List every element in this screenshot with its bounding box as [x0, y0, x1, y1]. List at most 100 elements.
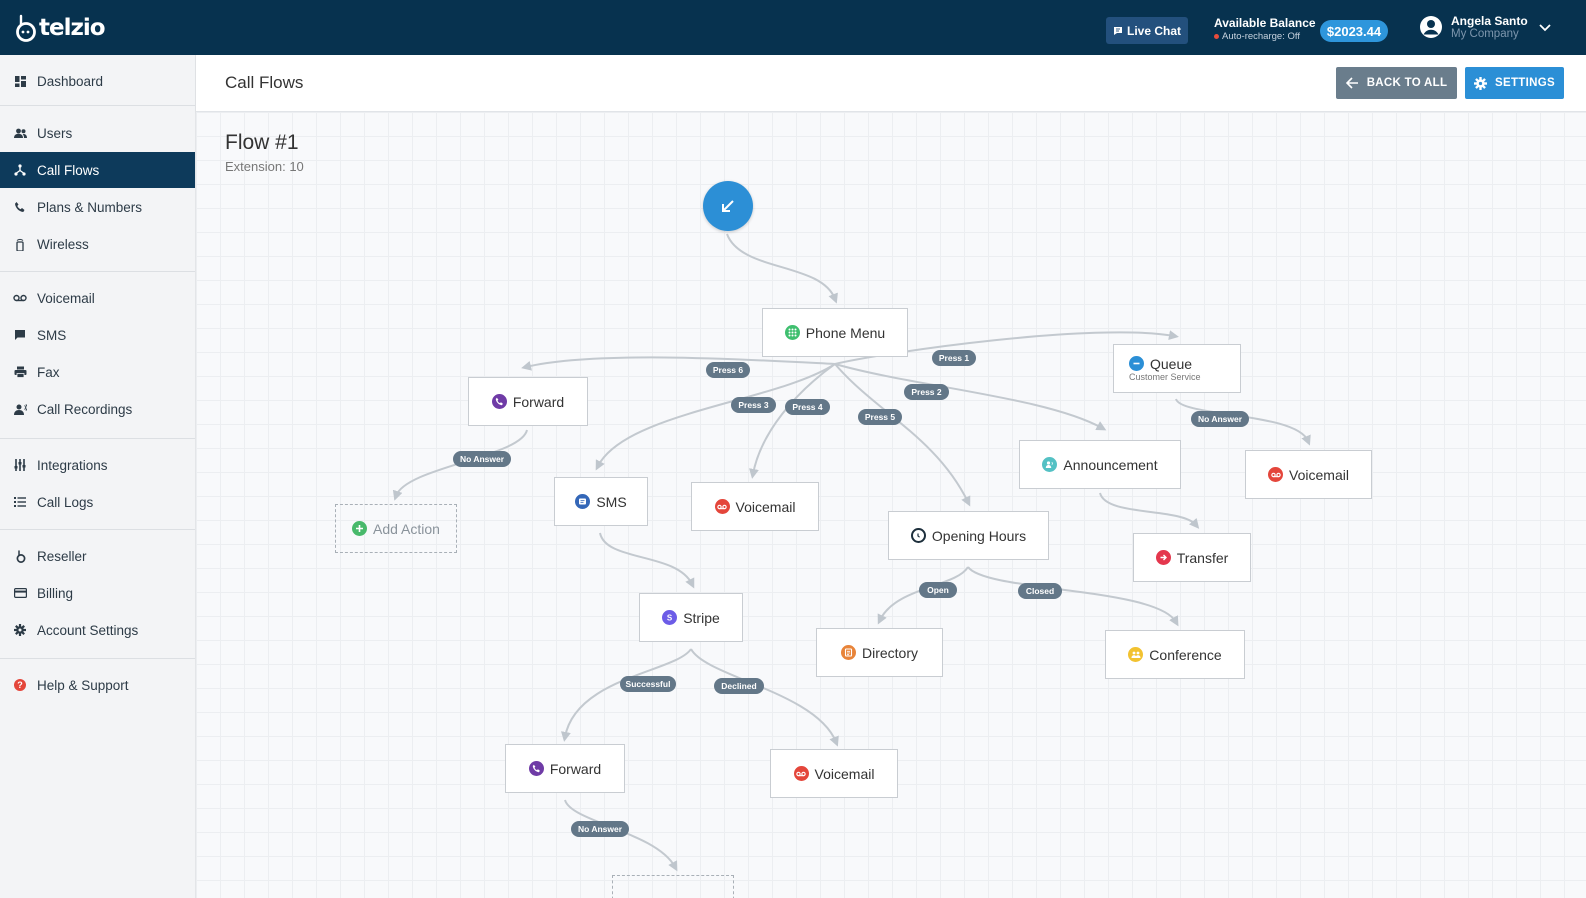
- sidebar-item-billing[interactable]: Billing: [0, 575, 195, 611]
- voicemail-node[interactable]: Voicemail: [770, 749, 898, 798]
- logo-mark-icon: [16, 14, 36, 42]
- balance-label: Available Balance: [1214, 16, 1316, 30]
- node-label: Directory: [861, 644, 918, 661]
- sidebar-item-wireless[interactable]: Wireless: [0, 226, 195, 262]
- sidebar-item-plans-numbers[interactable]: Plans & Numbers: [0, 189, 195, 225]
- forward-phone-icon: [528, 761, 544, 776]
- sidebar-item-label: Call Recordings: [37, 401, 133, 417]
- directory-icon: [840, 645, 856, 660]
- wireless-icon: [13, 237, 27, 251]
- clock-icon: [910, 528, 926, 543]
- sidebar-item-voicemail[interactable]: Voicemail: [0, 280, 195, 316]
- live-chat-label: Live Chat: [1126, 23, 1181, 38]
- conference-node[interactable]: Conference: [1105, 630, 1245, 679]
- add-action-node-partial[interactable]: [612, 875, 734, 898]
- add-action-node[interactable]: Add Action: [335, 504, 457, 553]
- voicemail-icon: [1268, 467, 1284, 482]
- integrations-icon: [13, 458, 27, 472]
- stripe-node[interactable]: S Stripe: [639, 593, 743, 642]
- back-to-all-button[interactable]: BACK TO ALL: [1336, 67, 1457, 99]
- users-icon: [13, 126, 27, 140]
- arrow-left-icon: [1345, 77, 1358, 89]
- edge-label-no-answer: No Answer: [1191, 411, 1249, 427]
- stripe-icon: S: [662, 610, 678, 625]
- billing-icon: [13, 586, 27, 600]
- sms-node[interactable]: SMS: [554, 477, 648, 526]
- node-label: SMS: [596, 493, 627, 510]
- page-title: Call Flows: [225, 73, 304, 92]
- voicemail-node[interactable]: Voicemail: [691, 482, 819, 531]
- edge-label-press-1: Press 1: [932, 350, 976, 366]
- queue-node[interactable]: Queue Customer Service: [1113, 344, 1241, 393]
- directory-node[interactable]: Directory: [816, 628, 943, 677]
- sidebar-item-help-support[interactable]: ? Help & Support: [0, 667, 195, 703]
- sidebar-item-label: Users: [37, 125, 73, 141]
- node-label: Transfer: [1176, 549, 1229, 566]
- forward-node[interactable]: Forward: [505, 744, 625, 793]
- auto-recharge-status: Auto-recharge: Off: [1214, 31, 1316, 42]
- node-label: Announcement: [1063, 456, 1158, 473]
- transfer-arrow-icon: [1155, 550, 1171, 565]
- divider: [0, 271, 195, 272]
- conference-icon: [1128, 647, 1144, 662]
- sidebar-item-call-recordings[interactable]: Call Recordings: [0, 391, 195, 427]
- announcement-node[interactable]: Announcement: [1019, 440, 1181, 489]
- chevron-down-icon[interactable]: [1538, 20, 1552, 34]
- edge-label-press-2: Press 2: [904, 384, 949, 400]
- node-label: Forward: [512, 393, 565, 410]
- node-label: Queue: [1150, 355, 1193, 372]
- telzio-logo[interactable]: telzio: [14, 13, 106, 43]
- node-label: Stripe: [683, 609, 720, 626]
- sidebar-item-integrations[interactable]: Integrations: [0, 447, 195, 483]
- transfer-node[interactable]: Transfer: [1133, 533, 1251, 582]
- voicemail-icon: [793, 766, 809, 781]
- sidebar-item-account-settings[interactable]: Account Settings: [0, 612, 195, 648]
- page-header: Call Flows BACK TO ALL SETTINGS: [196, 55, 1586, 112]
- list-icon: [13, 495, 27, 509]
- user-menu[interactable]: Angela Santo My Company: [1419, 14, 1528, 40]
- phone-menu-node[interactable]: Phone Menu: [762, 308, 908, 357]
- sidebar-item-label: Reseller: [37, 548, 87, 564]
- back-to-all-label: BACK TO ALL: [1366, 77, 1448, 89]
- announcement-icon: [1042, 457, 1058, 472]
- sidebar-item-label: SMS: [37, 327, 67, 343]
- sidebar-item-label: Account Settings: [37, 622, 139, 638]
- sidebar-item-reseller[interactable]: Reseller: [0, 538, 195, 574]
- edge-label-press-5: Press 5: [858, 409, 902, 425]
- voicemail-icon: [13, 291, 27, 305]
- divider: [0, 529, 195, 530]
- sidebar-item-label: Integrations: [37, 457, 108, 473]
- node-label: Voicemail: [1289, 466, 1349, 483]
- sidebar-item-dashboard[interactable]: Dashboard: [0, 63, 195, 99]
- voicemail-icon: [714, 499, 730, 514]
- voicemail-node[interactable]: Voicemail: [1245, 450, 1372, 499]
- sidebar-item-call-logs[interactable]: Call Logs: [0, 484, 195, 520]
- edge-label-no-answer: No Answer: [453, 451, 511, 467]
- sidebar-item-label: Call Logs: [37, 494, 94, 510]
- sidebar-item-label: Call Flows: [37, 162, 100, 178]
- gear-icon: [1474, 76, 1488, 90]
- live-chat-button[interactable]: Live Chat: [1106, 17, 1188, 44]
- sidebar-item-call-flows[interactable]: Call Flows: [0, 152, 195, 188]
- settings-button[interactable]: SETTINGS: [1465, 67, 1564, 99]
- sidebar-item-users[interactable]: Users: [0, 115, 195, 151]
- forward-node[interactable]: Forward: [468, 377, 588, 426]
- call-start-node[interactable]: [703, 181, 753, 231]
- svg-text:S: S: [667, 614, 673, 622]
- edge-label-closed: Closed: [1018, 583, 1062, 599]
- node-label: Conference: [1149, 646, 1222, 663]
- edge-label-successful: Successful: [620, 676, 676, 692]
- divider: [0, 438, 195, 439]
- edge-label-press-4: Press 4: [785, 399, 830, 415]
- sidebar-item-fax[interactable]: Fax: [0, 354, 195, 390]
- user-company: My Company: [1451, 28, 1519, 40]
- edge-label-declined: Declined: [714, 678, 764, 694]
- sms-icon: [13, 328, 27, 342]
- sidebar-item-sms[interactable]: SMS: [0, 317, 195, 353]
- call-flows-icon: [13, 163, 27, 177]
- opening-hours-node[interactable]: Opening Hours: [888, 511, 1049, 560]
- balance-amount-badge[interactable]: $2023.44: [1320, 20, 1388, 42]
- flow-canvas[interactable]: Flow #1 Extension: 10 Phone Menu Forward…: [196, 112, 1586, 898]
- sms-icon: [575, 494, 591, 509]
- node-label: Forward: [549, 760, 602, 777]
